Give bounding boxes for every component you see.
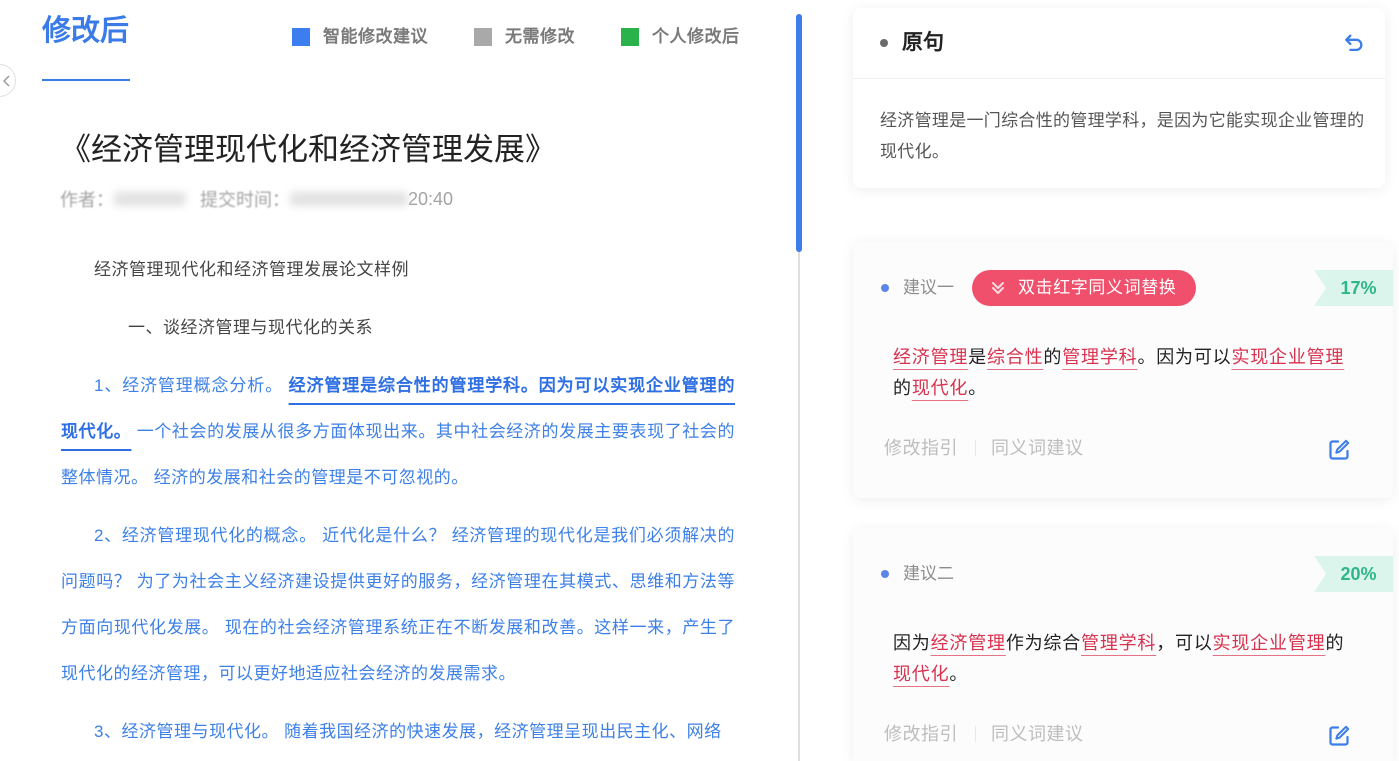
synonym-word[interactable]: 现代化 bbox=[893, 664, 949, 684]
plain-text: 是 bbox=[968, 347, 988, 367]
synonym-suggestion-link[interactable]: 同义词建议 bbox=[991, 722, 1084, 746]
tab-revised[interactable]: 修改后 bbox=[42, 11, 129, 51]
card-title: 原句 bbox=[902, 31, 944, 54]
synonym-word[interactable]: 经济管理 bbox=[931, 633, 1006, 653]
synonym-word[interactable]: 现代化 bbox=[912, 378, 968, 398]
paragraph-1-suffix[interactable]: 一个社会的发展从很多方面体现出来。其中社会经济的发展主要表现了社会的整体情况。 … bbox=[61, 422, 735, 487]
link-divider bbox=[975, 726, 976, 742]
plain-text: 的 bbox=[1043, 347, 1063, 367]
document-title: 《经济管理现代化和经济管理发展》 bbox=[60, 132, 556, 167]
chevron-left-icon bbox=[3, 75, 10, 87]
synonym-word[interactable]: 管理学科 bbox=[1081, 633, 1156, 653]
synonym-suggestion-link[interactable]: 同义词建议 bbox=[991, 436, 1084, 460]
scrollbar-thumb[interactable] bbox=[796, 14, 802, 252]
plain-text: 。 bbox=[968, 378, 988, 398]
legend-swatch-green bbox=[621, 28, 639, 46]
original-sentence-card: 原句 经济管理是一门综合性的管理学科，是因为它能实现企业管理的现代化。 bbox=[853, 8, 1385, 188]
original-sentence-text: 经济管理是一门综合性的管理学科，是因为它能实现企业管理的现代化。 bbox=[880, 111, 1365, 161]
plain-text: ，可以 bbox=[1156, 633, 1213, 653]
edit-icon[interactable] bbox=[1327, 724, 1351, 748]
submit-time-tail: 20:40 bbox=[408, 188, 454, 209]
bullet-dot bbox=[881, 284, 889, 292]
redacted-author bbox=[114, 192, 186, 206]
paragraph-1-prefix[interactable]: 1、经济管理概念分析。 bbox=[94, 376, 289, 395]
plain-text: 的 bbox=[1325, 633, 1345, 653]
synonym-hint-badge: 双击红字同义词替换 bbox=[972, 270, 1196, 306]
paragraph-intro: 经济管理现代化和经济管理发展论文样例 bbox=[94, 260, 409, 279]
paragraph-2[interactable]: 2、经济管理现代化的概念。 近代化是什么？ 经济管理的现代化是我们必须解决的问题… bbox=[61, 513, 735, 697]
paragraph-3[interactable]: 3、经济管理与现代化。 随着我国经济的快速发展，经济管理呈现出民主化、网络 bbox=[61, 709, 735, 755]
card-header: 原句 bbox=[853, 8, 1385, 79]
redacted-time bbox=[290, 192, 408, 206]
legend-item-no-change: 无需修改 bbox=[474, 27, 575, 47]
bullet-dot bbox=[880, 39, 888, 47]
similarity-score-badge: 17% bbox=[1314, 270, 1393, 306]
paragraph-1[interactable]: 1、经济管理概念分析。 经济管理是综合性的管理学科。因为可以实现企业管理的现代化… bbox=[61, 363, 735, 501]
legend-item-smart-suggestion: 智能修改建议 bbox=[292, 27, 428, 47]
legend-label: 个人修改后 bbox=[652, 27, 740, 46]
author-label: 作者： bbox=[60, 190, 114, 210]
synonym-hint-text: 双击红字同义词替换 bbox=[1018, 278, 1177, 297]
document-meta: 作者： 提交时间： 20:40 bbox=[60, 187, 453, 211]
plain-text: 。 bbox=[949, 664, 969, 684]
synonym-word[interactable]: 实现企业管理 bbox=[1231, 347, 1344, 367]
suggestion-card[interactable]: 建议二 20% 因为经济管理作为综合管理学科，可以实现企业管理的现代化。 修改指… bbox=[853, 528, 1393, 761]
synonym-word[interactable]: 管理学科 bbox=[1062, 347, 1137, 367]
document-panel: 修改后 智能修改建议 无需修改 个人修改后 《经济管理现代化和经济管理发展》 作… bbox=[0, 0, 796, 761]
document-body: 经济管理现代化和经济管理发展论文样例 一、谈经济管理与现代化的关系 1、经济管理… bbox=[61, 247, 735, 761]
bullet-dot bbox=[881, 570, 889, 578]
suggestion-label: 建议一 bbox=[903, 278, 954, 297]
plain-text: 作为综合 bbox=[1005, 633, 1082, 653]
plain-text: 因为 bbox=[893, 633, 931, 653]
similarity-score-badge: 20% bbox=[1314, 556, 1393, 592]
active-tab-indicator bbox=[42, 79, 130, 81]
suggestion-text[interactable]: 经济管理是综合性的管理学科。因为可以实现企业管理的现代化。 bbox=[893, 342, 1355, 404]
undo-icon[interactable] bbox=[1343, 32, 1365, 54]
legend-item-personal-edit: 个人修改后 bbox=[621, 27, 740, 47]
legend-swatch-gray bbox=[474, 28, 492, 46]
edit-guide-link[interactable]: 修改指引 bbox=[884, 436, 958, 460]
submit-time-label: 提交时间： bbox=[200, 190, 290, 210]
link-divider bbox=[975, 440, 976, 456]
double-chevron-down-icon bbox=[992, 282, 1004, 294]
plain-text: 。因为可以 bbox=[1137, 347, 1232, 367]
synonym-word[interactable]: 综合性 bbox=[987, 347, 1043, 367]
collapse-button[interactable] bbox=[0, 64, 16, 97]
legend-label: 无需修改 bbox=[505, 27, 575, 46]
legend-label: 智能修改建议 bbox=[323, 27, 428, 46]
app-root: 修改后 智能修改建议 无需修改 个人修改后 《经济管理现代化和经济管理发展》 作… bbox=[0, 0, 1399, 761]
synonym-word[interactable]: 实现企业管理 bbox=[1213, 633, 1326, 653]
legend-swatch-blue bbox=[292, 28, 310, 46]
synonym-word[interactable]: 经济管理 bbox=[893, 347, 968, 367]
suggestion-label: 建议二 bbox=[903, 564, 954, 583]
suggestion-card[interactable]: 建议一 双击红字同义词替换 17% 经济管理是综合性的管理学科。因为可以实现企业… bbox=[853, 242, 1393, 498]
plain-text: 的 bbox=[893, 378, 912, 398]
edit-icon[interactable] bbox=[1327, 438, 1351, 462]
legend: 智能修改建议 无需修改 个人修改后 bbox=[292, 27, 740, 47]
suggestion-text[interactable]: 因为经济管理作为综合管理学科，可以实现企业管理的现代化。 bbox=[893, 628, 1355, 690]
section-heading: 一、谈经济管理与现代化的关系 bbox=[128, 318, 373, 337]
edit-guide-link[interactable]: 修改指引 bbox=[884, 722, 958, 746]
